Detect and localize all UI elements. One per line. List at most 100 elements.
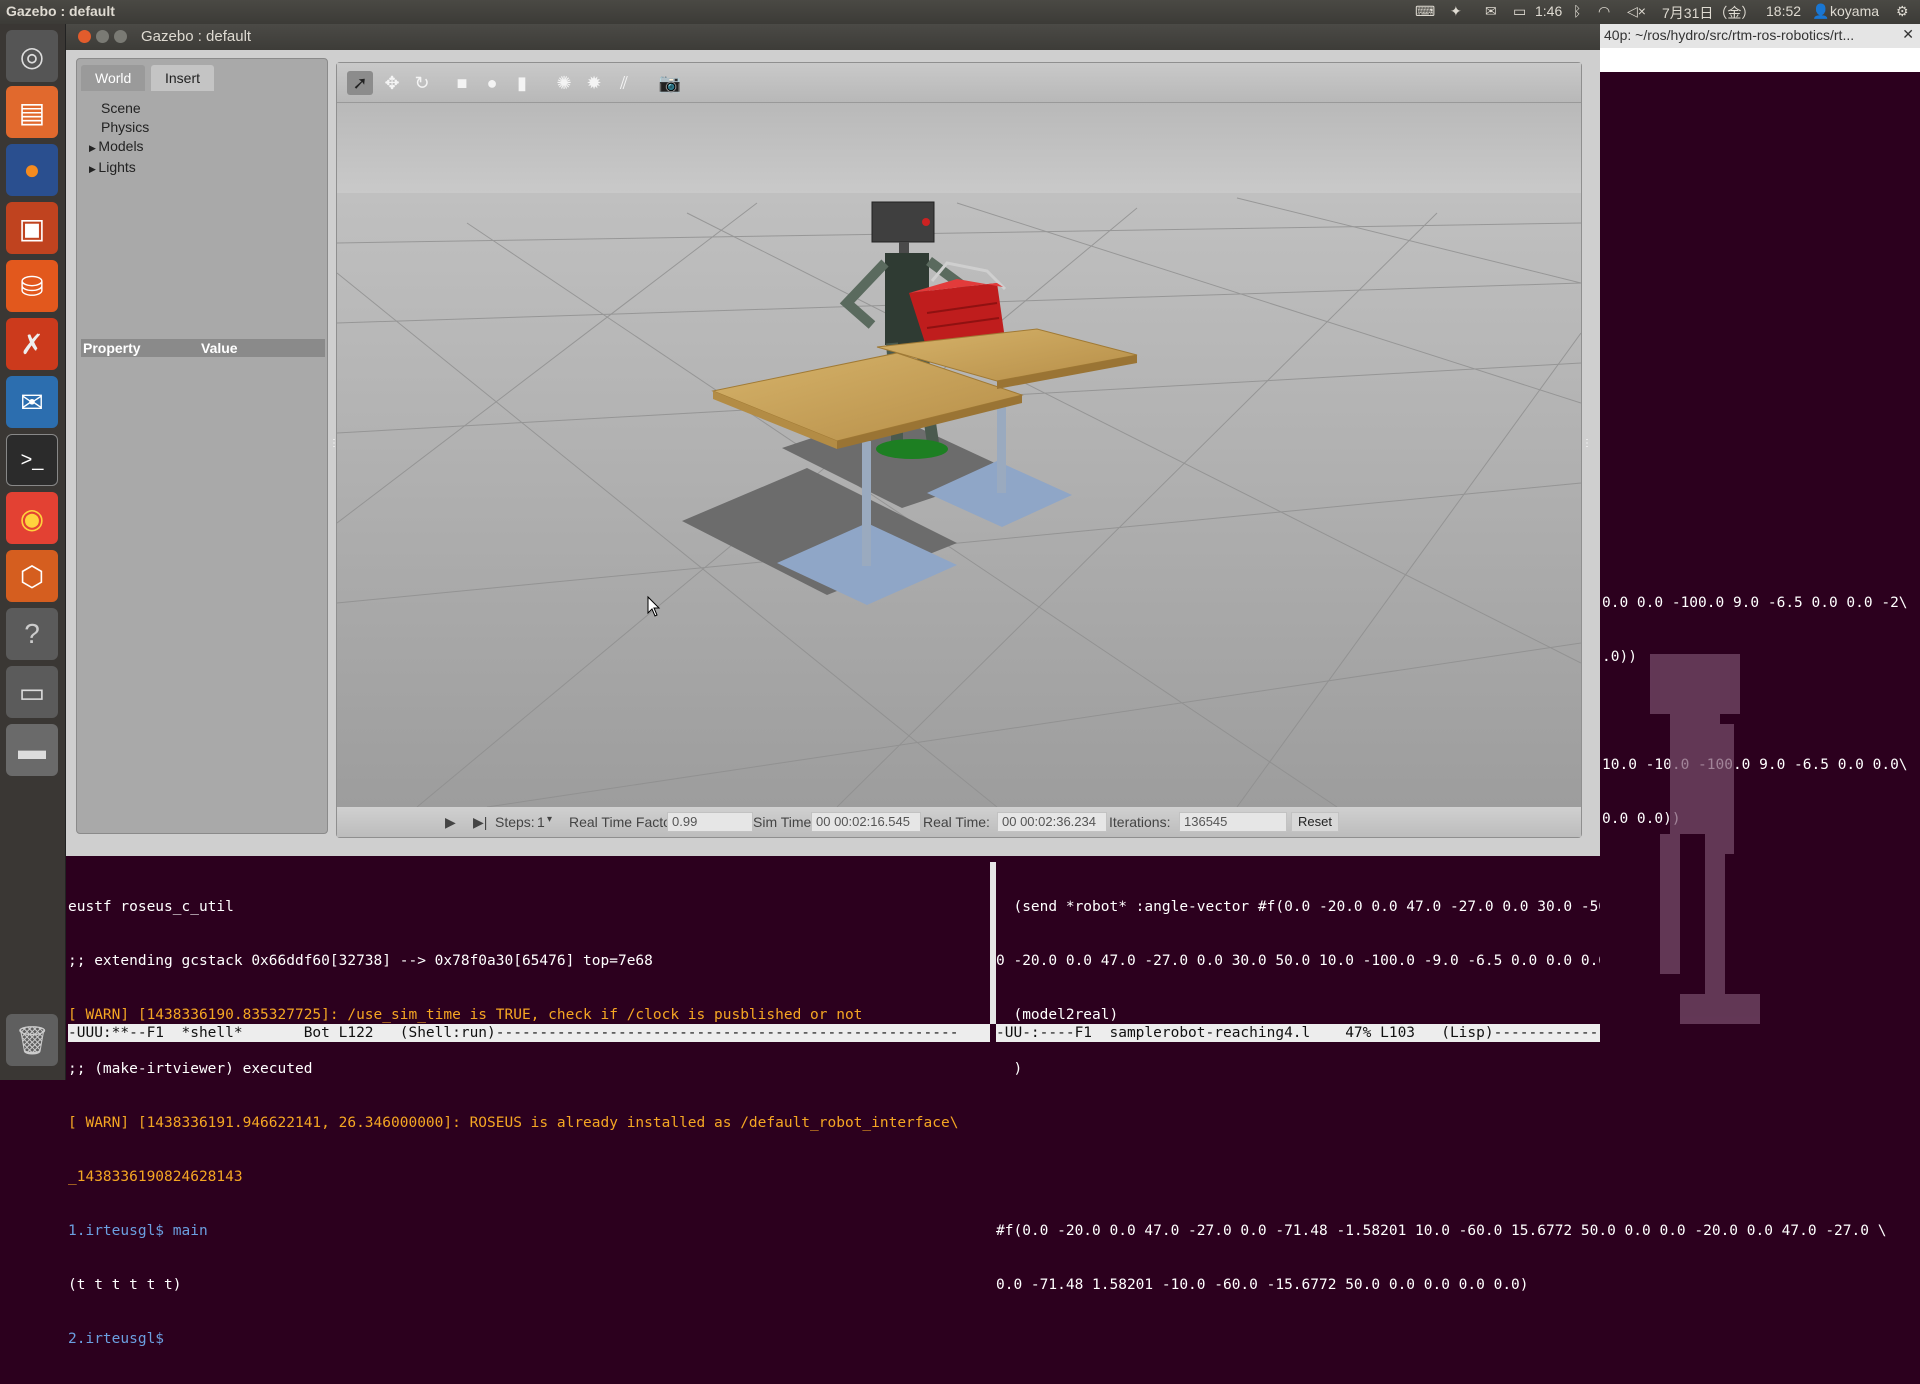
translate-mode-icon[interactable]: ✥ [379,71,405,95]
splitter-handle[interactable]: ⋮ [1582,438,1592,449]
tree-item-label: Models [98,138,144,154]
table-leg [997,401,1006,493]
volume-icon[interactable]: ◁× [1627,3,1646,20]
tree-item-models[interactable]: ▶ Models [89,137,149,158]
shell-line: ;; (make-irtviewer) executed [68,1061,313,1077]
mail-icon[interactable]: ✉ [1485,3,1497,20]
user-name[interactable]: koyama [1830,3,1879,19]
software-center-icon[interactable]: ⛁ [6,260,58,312]
shell-line: [ WARN] [1438336190.835327725]: /use_sim… [68,1007,863,1023]
wifi-icon[interactable]: ◠ [1598,3,1610,20]
terminal-line: 0.0 0.0 -100.0 9.0 -6.5 0.0 0.0 -2\ [1602,595,1908,611]
shell-prompt: 1.irteusgl$ main [68,1223,208,1239]
shell-line: [ WARN] [1438336191.946622141, 26.346000… [68,1115,959,1131]
clock-label[interactable]: 18:52 [1766,3,1801,19]
expand-arrow-icon[interactable]: ▶ [89,164,98,174]
tree-item-label: Lights [98,159,136,175]
virtualbox-icon[interactable]: ⬡ [6,550,58,602]
rtf-label: Real Time Factor: [569,814,680,830]
real-time-value: 00 00:02:36.234 [997,812,1107,832]
gazebo-window: Gazebo : default World Insert Scene Phys… [66,24,1600,856]
trash-icon[interactable]: 🗑 [6,1014,58,1066]
terminal-icon[interactable]: >_ [6,434,58,486]
gazebo-titlebar: Gazebo : default [66,24,1600,50]
sphere-shape-icon[interactable]: ● [479,71,505,95]
workspace-icon[interactable]: ▭ [6,666,58,718]
shell-modeline: -UUU:**--F1 *shell* Bot L122 (Shell:run)… [68,1024,990,1042]
shell-line: _1438336190824628143 [68,1169,243,1185]
shell-buffer[interactable]: eustf roseus_c_util ;; extending gcstack… [68,862,994,1384]
dropbox-icon[interactable]: ✦ [1450,3,1462,20]
cylinder-shape-icon[interactable]: ▮ [509,71,535,95]
world-tree: Scene Physics ▶ Models ▶ Lights [89,99,149,179]
step-icon[interactable]: ▶| [473,814,487,831]
shell-prompt: 2.irteusgl$ [68,1331,173,1347]
iterations-value: 136545 [1179,812,1287,832]
table-leg [862,441,871,566]
shell-line: ;; extending gcstack 0x66ddf60[32738] --… [68,953,653,969]
steps-value[interactable]: 1 [537,814,545,830]
files-icon[interactable]: ▤ [6,86,58,138]
camera-screenshot-icon[interactable]: 📷 [657,71,683,95]
launcher: ◎ ▤ ● ▣ ⛁ ✗ ✉ >_ ◉ ⬡ ? ▭ ▬ 🗑 [0,24,66,1080]
ubuntu-dash-icon[interactable]: ◎ [6,30,58,82]
time-panel: ▶ ▶| Steps: 1 ▾ Real Time Factor: 0.99 S… [337,807,1581,837]
terminal-window[interactable]: 40p: ~/ros/hydro/src/rtm-ros-robotics/rt… [1600,24,1920,1080]
play-icon[interactable]: ▶ [445,814,456,831]
property-column-header: Property [83,340,141,356]
bluetooth-icon[interactable]: ᛒ [1573,3,1581,19]
property-header: Property Value [81,339,325,357]
drive-icon[interactable]: ▬ [6,724,58,776]
gazebo-window-title: Gazebo : default [141,28,252,45]
value-column-header: Value [201,340,238,356]
steps-label: Steps: [495,814,535,830]
tree-item-lights[interactable]: ▶ Lights [89,158,149,179]
rotate-mode-icon[interactable]: ↻ [409,71,435,95]
robot-viewer-ghost [1650,654,1760,1024]
code-line: 0.0 -71.48 1.58201 -10.0 -60.0 -15.6772 … [996,1277,1529,1293]
point-light-icon[interactable]: ✺ [551,71,577,95]
user-icon[interactable]: 👤 [1812,3,1829,20]
spot-light-icon[interactable]: ✹ [581,71,607,95]
3d-viewport[interactable] [337,103,1581,807]
rtf-value: 0.99 [667,812,753,832]
keyboard-icon[interactable]: ⌨ [1415,3,1435,20]
real-time-label: Real Time: [923,814,990,830]
terminal-title: 40p: ~/ros/hydro/src/rtm-ros-robotics/rt… [1600,24,1920,48]
settings-icon[interactable]: ✗ [6,318,58,370]
iterations-label: Iterations: [1109,814,1171,830]
tab-insert[interactable]: Insert [151,65,215,91]
sim-time-label: Sim Time: [753,814,816,830]
expand-arrow-icon[interactable]: ▶ [89,143,98,153]
tab-world[interactable]: World [81,65,146,91]
shell-line: (t t t t t t) [68,1277,182,1293]
battery-icon[interactable]: ▭ [1513,3,1526,20]
maximize-icon[interactable] [114,30,127,43]
top-panel: Gazebo : default ⌨ ✦ ✉ ▭ 1:46 ᛒ ◠ ◁× 7月3… [0,0,1920,24]
directional-light-icon[interactable]: ⫽ [611,71,637,95]
minimize-icon[interactable] [96,30,109,43]
sim-time-value: 00 00:02:16.545 [811,812,921,832]
help-icon[interactable]: ? [6,608,58,660]
close-icon[interactable]: ✕ [1902,26,1914,43]
select-mode-icon[interactable]: ➚ [347,71,373,95]
close-icon[interactable] [78,30,91,43]
render-panel: ➚ ✥ ↻ ■ ● ▮ ✺ ✹ ⫽ 📷 ▶ ▶| Steps: 1 ▾ Real… [336,62,1582,838]
reset-button[interactable]: Reset [1291,812,1339,832]
battery-time[interactable]: 1:46 [1535,3,1562,19]
steps-dropdown-icon[interactable]: ▾ [547,814,552,825]
scene-render[interactable] [337,103,1581,807]
chrome-icon[interactable]: ◉ [6,492,58,544]
tree-item-physics[interactable]: Physics [89,118,149,137]
tree-item-scene[interactable]: Scene [89,99,149,118]
gear-icon[interactable]: ⚙ [1896,3,1909,20]
thunderbird-icon[interactable]: ✉ [6,376,58,428]
firefox-icon[interactable]: ● [6,144,58,196]
date-label[interactable]: 7月31日（金） [1662,3,1755,23]
box-shape-icon[interactable]: ■ [449,71,475,95]
impress-icon[interactable]: ▣ [6,202,58,254]
terminal-tabbar [1600,48,1920,72]
render-toolbar: ➚ ✥ ↻ ■ ● ▮ ✺ ✹ ⫽ 📷 [337,63,1581,103]
active-window-title: Gazebo : default [6,3,115,19]
